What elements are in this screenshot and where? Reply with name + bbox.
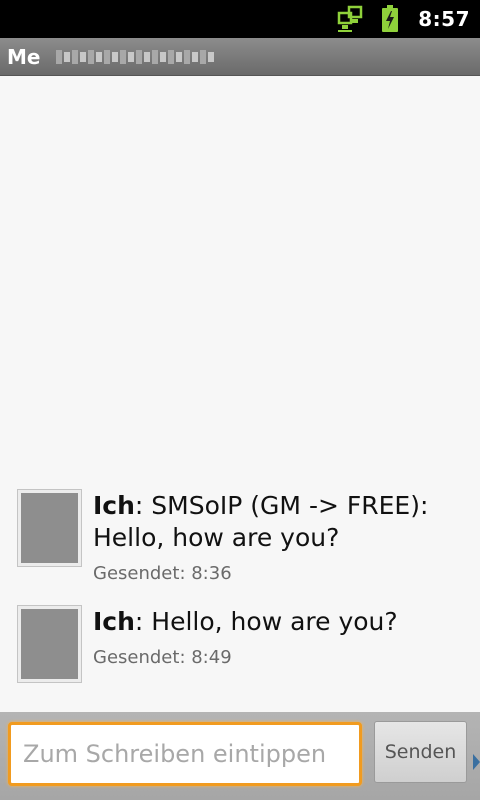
message-text: Ich: Hello, how are you? <box>93 606 465 638</box>
status-bar: 8:57 <box>0 0 480 38</box>
sender-separator: : <box>134 491 152 520</box>
message-status: Gesendet: 8:49 <box>93 647 232 668</box>
obscured-phone-number <box>56 49 215 64</box>
conversation-title: Me <box>7 44 41 69</box>
message-text: Ich: SMSoIP (GM -> FREE): Hello, how are… <box>93 490 465 554</box>
sender-separator: : <box>134 607 152 636</box>
data-sync-icon <box>336 4 366 34</box>
conversation-title-bar: Me <box>0 38 480 76</box>
message-sender: Ich <box>93 491 135 520</box>
message-status: Gesendet: 8:36 <box>93 563 232 584</box>
chevron-right-icon <box>473 754 480 770</box>
message-content: Hello, how are you? <box>151 607 398 636</box>
message-body: Ich: Hello, how are you? Gesendet: 8:49 <box>93 606 465 668</box>
message-input[interactable] <box>8 722 362 786</box>
contact-avatar <box>18 606 81 682</box>
battery-charging-icon <box>380 4 400 34</box>
status-clock: 8:57 <box>418 7 470 31</box>
message-sender: Ich <box>93 607 135 636</box>
send-button[interactable]: Senden <box>374 721 467 783</box>
message-body: Ich: SMSoIP (GM -> FREE): Hello, how are… <box>93 490 465 584</box>
contact-avatar <box>18 490 81 566</box>
message-list[interactable]: Ich: SMSoIP (GM -> FREE): Hello, how are… <box>0 76 480 712</box>
compose-bar: Senden <box>0 712 480 800</box>
